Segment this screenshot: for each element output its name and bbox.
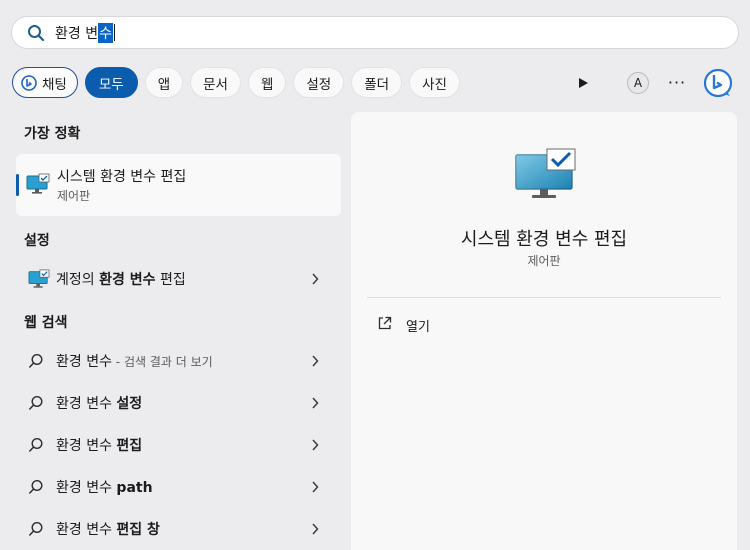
search-input[interactable]: 환경 변수 (55, 22, 115, 43)
settings-item[interactable]: 계정의 환경 변수 편집 (16, 261, 341, 297)
search-icon (28, 521, 54, 537)
tab-documents[interactable]: 문서 (190, 67, 241, 98)
chat-button[interactable]: 채팅 (12, 67, 78, 98)
filter-bar: 채팅 모두 앱 문서 웹 설정 폴더 사진 (12, 66, 467, 99)
chat-label: 채팅 (42, 76, 67, 93)
settings-item-label: 계정의 환경 변수 편집 (56, 272, 186, 288)
web-result-label: 환경 변수 - 검색 결과 더 보기 (56, 354, 213, 370)
best-match-subtitle: 제어판 (57, 189, 91, 203)
web-search-heading: 웹 검색 (24, 315, 68, 331)
best-match-heading: 가장 정확 (24, 126, 81, 142)
bing-chat-icon (21, 74, 37, 91)
more-options-icon[interactable]: ··· (666, 73, 688, 92)
text-caret (113, 24, 115, 41)
web-result-item[interactable]: 환경 변수 path (16, 469, 341, 505)
tab-all[interactable]: 모두 (84, 67, 138, 98)
preview-panel: 시스템 환경 변수 편집 제어판 열기 (351, 112, 737, 550)
search-icon (26, 23, 46, 43)
chevron-right-icon (307, 353, 323, 369)
tab-web[interactable]: 웹 (247, 67, 287, 98)
web-result-item[interactable]: 환경 변수 편집 창 (16, 511, 341, 547)
web-result-item[interactable]: 환경 변수 설정 (16, 385, 341, 421)
search-query-text: 환경 변 (55, 25, 99, 42)
web-result-label: 환경 변수 편집 (56, 438, 143, 454)
settings-heading: 설정 (24, 233, 50, 249)
open-button[interactable]: 열기 (377, 316, 430, 335)
top-right-controls: A ··· (572, 66, 734, 99)
search-icon (28, 353, 54, 369)
system-properties-icon (515, 148, 577, 204)
tab-photos[interactable]: 사진 (409, 67, 460, 98)
divider (367, 297, 721, 298)
chevron-right-icon (307, 479, 323, 495)
best-match-item[interactable]: 시스템 환경 변수 편집 제어판 (16, 154, 341, 216)
play-icon[interactable] (572, 72, 594, 94)
preview-title: 시스템 환경 변수 편집 (460, 229, 628, 250)
web-result-item[interactable]: 환경 변수 편집 (16, 427, 341, 463)
search-query-selection: 수 (98, 22, 113, 43)
search-box[interactable]: 환경 변수 (11, 16, 739, 49)
system-properties-icon (28, 269, 54, 289)
chevron-right-icon (307, 271, 323, 287)
bing-icon[interactable] (702, 67, 734, 99)
tab-folders[interactable]: 폴더 (351, 67, 403, 98)
open-label: 열기 (406, 320, 430, 335)
search-icon (28, 437, 54, 453)
system-properties-icon (26, 173, 50, 199)
selection-indicator (16, 174, 19, 196)
chevron-right-icon (307, 437, 323, 453)
search-icon (28, 479, 54, 495)
best-match-title: 시스템 환경 변수 편집 (57, 169, 187, 185)
web-result-label: 환경 변수 설정 (56, 396, 143, 412)
open-external-icon (377, 316, 392, 335)
avatar[interactable]: A (627, 71, 649, 94)
web-result-label: 환경 변수 path (56, 480, 153, 496)
chevron-right-icon (307, 395, 323, 411)
search-icon (28, 395, 54, 411)
chevron-right-icon (307, 521, 323, 537)
web-result-label: 환경 변수 편집 창 (56, 522, 160, 538)
web-result-item[interactable]: 환경 변수 - 검색 결과 더 보기 (16, 343, 341, 379)
tab-apps[interactable]: 앱 (144, 67, 184, 98)
tab-settings[interactable]: 설정 (293, 67, 345, 98)
preview-subtitle: 제어판 (527, 254, 561, 268)
